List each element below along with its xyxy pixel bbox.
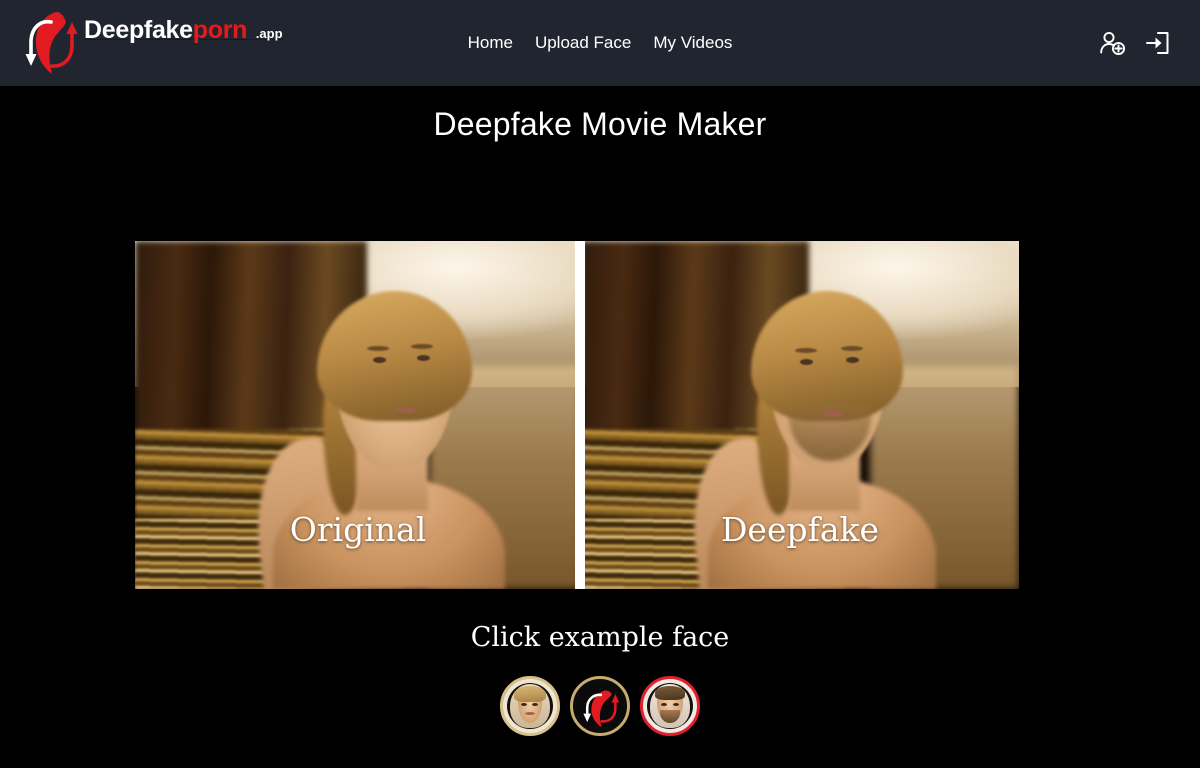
comparison-divider[interactable] — [575, 241, 585, 589]
nav-item-home[interactable]: Home — [468, 33, 513, 53]
face-swap-arrows-icon — [583, 690, 620, 728]
header-actions — [1098, 0, 1172, 86]
main-content: Deepfake Movie Maker Original Deepfake C… — [0, 86, 1200, 768]
example-face-list — [0, 676, 1200, 736]
comparison-video[interactable]: Original Deepfake — [135, 241, 1019, 589]
example-face-female[interactable] — [500, 676, 560, 736]
example-face-male[interactable] — [640, 676, 700, 736]
sign-in-icon[interactable] — [1142, 28, 1172, 58]
blonde-woman-face-icon — [507, 683, 553, 729]
site-header: Deepfakeporn .app Home Upload Face My Vi… — [0, 0, 1200, 86]
example-face-logo[interactable] — [570, 676, 630, 736]
page-title: Deepfake Movie Maker — [433, 106, 767, 142]
video-pane-deepfake[interactable]: Deepfake — [581, 241, 1019, 589]
user-plus-icon[interactable] — [1098, 28, 1128, 58]
video-label-original: Original — [289, 510, 427, 549]
bearded-man-face-icon — [647, 683, 693, 729]
example-face-heading: Click example face — [470, 622, 730, 653]
nav-item-upload-face[interactable]: Upload Face — [535, 33, 631, 53]
video-label-deepfake: Deepfake — [720, 510, 880, 549]
video-pane-original[interactable]: Original — [135, 241, 581, 589]
nav-item-my-videos[interactable]: My Videos — [653, 33, 732, 53]
main-navigation: Home Upload Face My Videos — [0, 0, 1200, 86]
